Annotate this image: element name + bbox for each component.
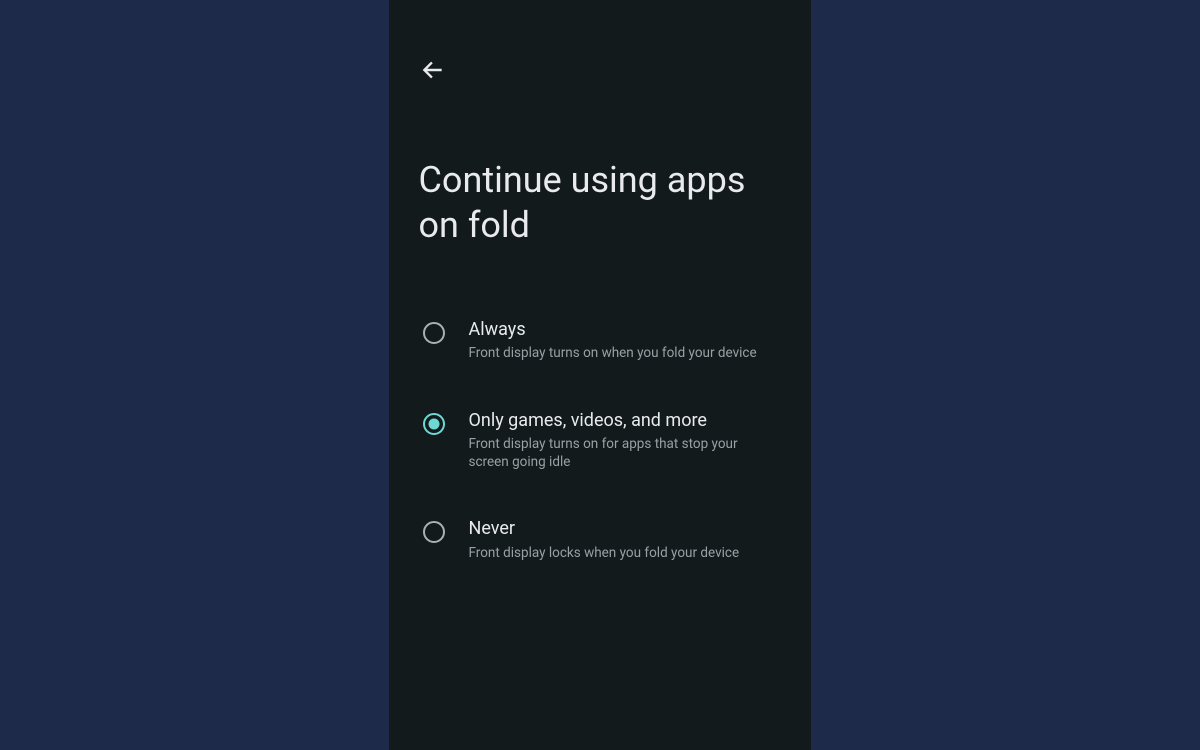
radio-options-group: Always Front display turns on when you f… [423,318,781,608]
option-description: Front display turns on when you fold you… [469,344,781,362]
radio-option-always[interactable]: Always Front display turns on when you f… [423,318,781,363]
radio-icon [423,413,445,435]
radio-icon [423,521,445,543]
radio-option-never[interactable]: Never Front display locks when you fold … [423,517,781,562]
option-text: Always Front display turns on when you f… [469,318,781,363]
option-description: Front display turns on for apps that sto… [469,435,781,471]
page-title: Continue using apps on fold [419,158,781,248]
back-button[interactable] [419,56,447,84]
option-title: Always [469,318,781,341]
radio-icon [423,322,445,344]
option-title: Never [469,517,781,540]
option-text: Never Front display locks when you fold … [469,517,781,562]
option-text: Only games, videos, and more Front displ… [469,409,781,472]
option-description: Front display locks when you fold your d… [469,544,781,562]
option-title: Only games, videos, and more [469,409,781,432]
radio-option-only-games[interactable]: Only games, videos, and more Front displ… [423,409,781,472]
settings-screen: Continue using apps on fold Always Front… [389,0,811,750]
arrow-left-icon [420,57,446,83]
